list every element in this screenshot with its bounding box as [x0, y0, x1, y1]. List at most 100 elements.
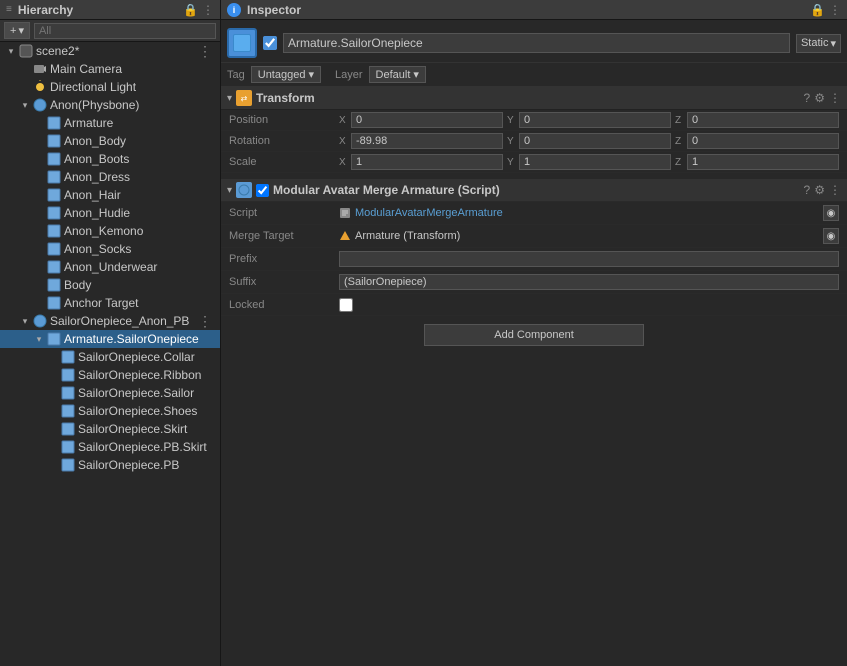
static-chevron-icon: ▾ [830, 37, 836, 50]
script-expand-icon[interactable]: ▾ [227, 185, 232, 196]
transform-settings-icon[interactable]: ⚙ [814, 91, 825, 105]
prefix-row: Prefix [221, 248, 847, 271]
prefix-input[interactable] [339, 251, 839, 267]
tree-item-sailor-sailor[interactable]: SailorOnepiece.Sailor [0, 384, 220, 402]
tree-item-scene2[interactable]: ▾ scene2* ⋮ [0, 42, 220, 60]
tree-item-anon-physbone[interactable]: ▾ Anon(Physbone) [0, 96, 220, 114]
layer-dropdown[interactable]: Default ▾ [369, 66, 426, 83]
sailor-shoes-icon [60, 403, 76, 419]
tree-item-sailor-pb-skirt[interactable]: SailorOnepiece.PB.Skirt [0, 438, 220, 456]
merge-target-pick-button[interactable]: ◉ [823, 228, 839, 244]
tree-item-anon-hudie[interactable]: Anon_Hudie [0, 204, 220, 222]
scale-x-input[interactable] [351, 154, 503, 170]
add-button[interactable]: + ▾ [4, 22, 30, 39]
rotation-y-field: Y [507, 133, 671, 149]
sailor-pb2-icon [60, 457, 76, 473]
static-dropdown[interactable]: Static ▾ [796, 34, 841, 53]
tree-item-anchor-target[interactable]: Anchor Target [0, 294, 220, 312]
inspector-icon: i [227, 3, 241, 17]
tree-item-anon-underwear[interactable]: Anon_Underwear [0, 258, 220, 276]
hierarchy-tab-icon: ≡ [6, 4, 12, 15]
script-help-icon[interactable]: ? [804, 183, 811, 197]
position-x-input[interactable] [351, 112, 503, 128]
hierarchy-panel: ≡ Hierarchy 🔒 ⋮ + ▾ ▾ scene2* ⋮ [0, 0, 221, 666]
ry-axis-label: Y [507, 136, 517, 147]
layer-label: Layer [335, 69, 363, 81]
position-y-field: Y [507, 112, 671, 128]
rotation-z-input[interactable] [687, 133, 839, 149]
sailor-sailor-icon [60, 385, 76, 401]
script-value[interactable]: ModularAvatarMergeArmature [355, 207, 503, 219]
inspector-title: Inspector [247, 3, 301, 17]
suffix-input[interactable] [339, 274, 839, 290]
anchor-target-label: Anchor Target [64, 296, 139, 310]
sy-axis-label: Y [507, 157, 517, 168]
object-name-field[interactable] [283, 33, 790, 53]
tree-item-sailor-ribbon[interactable]: SailorOnepiece.Ribbon [0, 366, 220, 384]
tree-item-anon-hair[interactable]: Anon_Hair [0, 186, 220, 204]
scale-row: Scale X Y Z [221, 152, 847, 173]
add-component-button[interactable]: Add Component [424, 324, 644, 346]
tree-item-sailor-shoes[interactable]: SailorOnepiece.Shoes [0, 402, 220, 420]
tree-item-directional-light[interactable]: Directional Light [0, 78, 220, 96]
tree-item-main-camera[interactable]: Main Camera [0, 60, 220, 78]
rotation-y-input[interactable] [519, 133, 671, 149]
rotation-fields: X Y Z [339, 133, 839, 149]
tree-content: ▾ scene2* ⋮ Main Camera [0, 42, 220, 666]
position-row: Position X Y Z [221, 110, 847, 131]
sx-axis-label: X [339, 157, 349, 168]
tree-item-sailor-pb[interactable]: ▾ SailorOnepiece_Anon_PB ⋮ [0, 312, 220, 330]
sailor-ribbon-icon [60, 367, 76, 383]
transform-expand-icon[interactable]: ▾ [227, 93, 232, 104]
search-input[interactable] [34, 23, 216, 39]
rz-axis-label: Z [675, 136, 685, 147]
script-row: Script ModularAvatarMergeArmature ◉ [221, 202, 847, 225]
tree-item-sailor-pb2[interactable]: SailorOnepiece.PB [0, 456, 220, 474]
anon-physbone-label: Anon(Physbone) [50, 98, 139, 112]
object-active-checkbox[interactable] [263, 36, 277, 50]
inspector-lock-icon[interactable]: 🔒 [810, 3, 825, 17]
position-y-input[interactable] [519, 112, 671, 128]
anon-underwear-icon [46, 259, 62, 275]
locked-label: Locked [229, 299, 339, 311]
scene2-more-icon[interactable]: ⋮ [198, 43, 216, 60]
suffix-value-row [339, 274, 839, 290]
position-x-field: X [339, 112, 503, 128]
tree-item-armature[interactable]: Armature [0, 114, 220, 132]
tree-item-armature-sailor[interactable]: ▾ Armature.SailorOnepiece [0, 330, 220, 348]
script-pick-button[interactable]: ◉ [823, 205, 839, 221]
inspector-more-icon[interactable]: ⋮ [829, 3, 841, 17]
suffix-label: Suffix [229, 276, 339, 288]
lock-icon[interactable]: 🔒 [183, 3, 198, 17]
locked-checkbox[interactable] [339, 298, 353, 312]
anon-dress-label: Anon_Dress [64, 170, 130, 184]
scale-z-input[interactable] [687, 154, 839, 170]
inspector-header: i Inspector 🔒 ⋮ [221, 0, 847, 20]
transform-title: Transform [256, 91, 800, 105]
transform-help-icon[interactable]: ? [804, 91, 811, 105]
tree-item-anon-body[interactable]: Anon_Body [0, 132, 220, 150]
rotation-label: Rotation [229, 135, 339, 147]
scale-y-input[interactable] [519, 154, 671, 170]
tree-item-body[interactable]: Body [0, 276, 220, 294]
tree-item-anon-kemono[interactable]: Anon_Kemono [0, 222, 220, 240]
scale-x-field: X [339, 154, 503, 170]
transform-more-icon[interactable]: ⋮ [829, 91, 841, 105]
anon-body-icon [46, 133, 62, 149]
script-more-icon[interactable]: ⋮ [829, 183, 841, 197]
tree-item-anon-dress[interactable]: Anon_Dress [0, 168, 220, 186]
sailor-pb-more-icon[interactable]: ⋮ [198, 313, 216, 330]
script-active-checkbox[interactable] [256, 184, 269, 197]
more-icon[interactable]: ⋮ [202, 3, 214, 17]
tree-item-sailor-skirt[interactable]: SailorOnepiece.Skirt [0, 420, 220, 438]
tree-item-anon-socks[interactable]: Anon_Socks [0, 240, 220, 258]
rotation-x-input[interactable] [351, 133, 503, 149]
inspector-content: Static ▾ Tag Untagged ▾ Layer Default ▾ [221, 20, 847, 666]
tag-dropdown[interactable]: Untagged ▾ [251, 66, 321, 83]
script-settings-icon[interactable]: ⚙ [814, 183, 825, 197]
position-z-input[interactable] [687, 112, 839, 128]
tree-item-sailor-collar[interactable]: SailorOnepiece.Collar [0, 348, 220, 366]
scale-label: Scale [229, 156, 339, 168]
tree-item-anon-boots[interactable]: Anon_Boots [0, 150, 220, 168]
script-section-header: ▾ Modular Avatar Merge Armature (Script)… [221, 179, 847, 202]
